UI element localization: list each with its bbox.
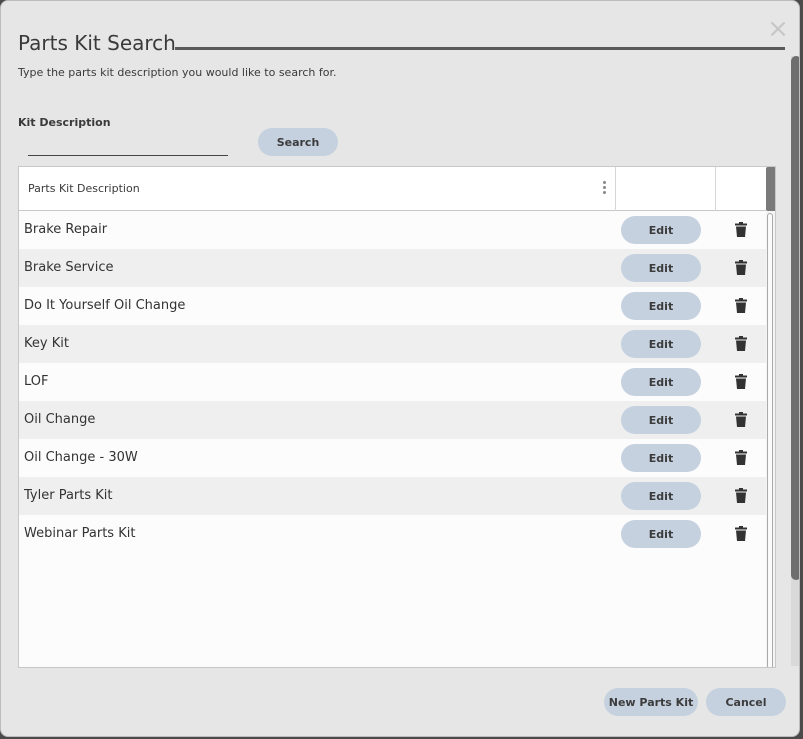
dialog-scrollbar[interactable] bbox=[791, 56, 799, 580]
column-divider bbox=[615, 167, 616, 211]
cancel-button[interactable]: Cancel bbox=[706, 688, 786, 716]
trash-icon[interactable] bbox=[735, 336, 747, 351]
dialog-title: Parts Kit Search bbox=[18, 31, 176, 55]
edit-button[interactable]: Edit bbox=[621, 216, 701, 244]
edit-button[interactable]: Edit bbox=[621, 292, 701, 320]
table-row[interactable]: Brake Repair Edit bbox=[19, 211, 766, 249]
trash-icon[interactable] bbox=[735, 374, 747, 389]
grid-header: Parts Kit Description bbox=[19, 167, 766, 211]
table-row[interactable]: Brake Service Edit bbox=[19, 249, 766, 287]
table-row[interactable]: LOF Edit bbox=[19, 363, 766, 401]
parts-kit-grid: Parts Kit Description Brake Repair Edit Br… bbox=[18, 166, 776, 668]
row-description: Oil Change - 30W bbox=[24, 450, 138, 465]
row-description: LOF bbox=[24, 374, 49, 389]
trash-icon[interactable] bbox=[735, 450, 747, 465]
row-description: Do It Yourself Oil Change bbox=[24, 298, 186, 313]
row-description: Brake Service bbox=[24, 260, 114, 275]
kit-description-input[interactable] bbox=[28, 135, 228, 156]
table-row[interactable]: Oil Change Edit bbox=[19, 401, 766, 439]
kit-description-label: Kit Description bbox=[18, 116, 111, 129]
column-divider bbox=[715, 167, 716, 211]
search-button[interactable]: Search bbox=[258, 128, 338, 156]
trash-icon[interactable] bbox=[735, 298, 747, 313]
edit-button[interactable]: Edit bbox=[621, 406, 701, 434]
table-row[interactable]: Key Kit Edit bbox=[19, 325, 766, 363]
row-description: Oil Change bbox=[24, 412, 96, 427]
trash-icon[interactable] bbox=[735, 260, 747, 275]
grid-rows: Brake Repair Edit Brake Service Edit Do It Y… bbox=[19, 211, 766, 553]
parts-kit-search-dialog: × Parts Kit Search Type the parts kit de… bbox=[0, 0, 800, 737]
edit-button[interactable]: Edit bbox=[621, 330, 701, 358]
grid-scrollbar[interactable] bbox=[767, 213, 773, 667]
edit-button[interactable]: Edit bbox=[621, 444, 701, 472]
vertical-dots-icon[interactable] bbox=[602, 181, 608, 197]
row-description: Brake Repair bbox=[24, 222, 108, 237]
trash-icon[interactable] bbox=[735, 222, 747, 237]
new-parts-kit-button[interactable]: New Parts Kit bbox=[604, 688, 698, 716]
table-row[interactable]: Tyler Parts Kit Edit bbox=[19, 477, 766, 515]
trash-icon[interactable] bbox=[735, 488, 747, 503]
column-header-description[interactable]: Parts Kit Description bbox=[28, 182, 140, 195]
grid-scroll-header-block bbox=[766, 167, 775, 211]
row-description: Webinar Parts Kit bbox=[24, 526, 136, 541]
row-description: Key Kit bbox=[24, 336, 69, 351]
edit-button[interactable]: Edit bbox=[621, 520, 701, 548]
table-row[interactable]: Oil Change - 30W Edit bbox=[19, 439, 766, 477]
row-description: Tyler Parts Kit bbox=[24, 488, 113, 503]
table-row[interactable]: Webinar Parts Kit Edit bbox=[19, 515, 766, 553]
edit-button[interactable]: Edit bbox=[621, 254, 701, 282]
instructions-text: Type the parts kit description you would… bbox=[18, 66, 337, 79]
trash-icon[interactable] bbox=[735, 412, 747, 427]
table-row[interactable]: Do It Yourself Oil Change Edit bbox=[19, 287, 766, 325]
close-icon[interactable]: × bbox=[767, 16, 789, 42]
edit-button[interactable]: Edit bbox=[621, 482, 701, 510]
title-divider bbox=[175, 47, 785, 50]
trash-icon[interactable] bbox=[735, 526, 747, 541]
edit-button[interactable]: Edit bbox=[621, 368, 701, 396]
